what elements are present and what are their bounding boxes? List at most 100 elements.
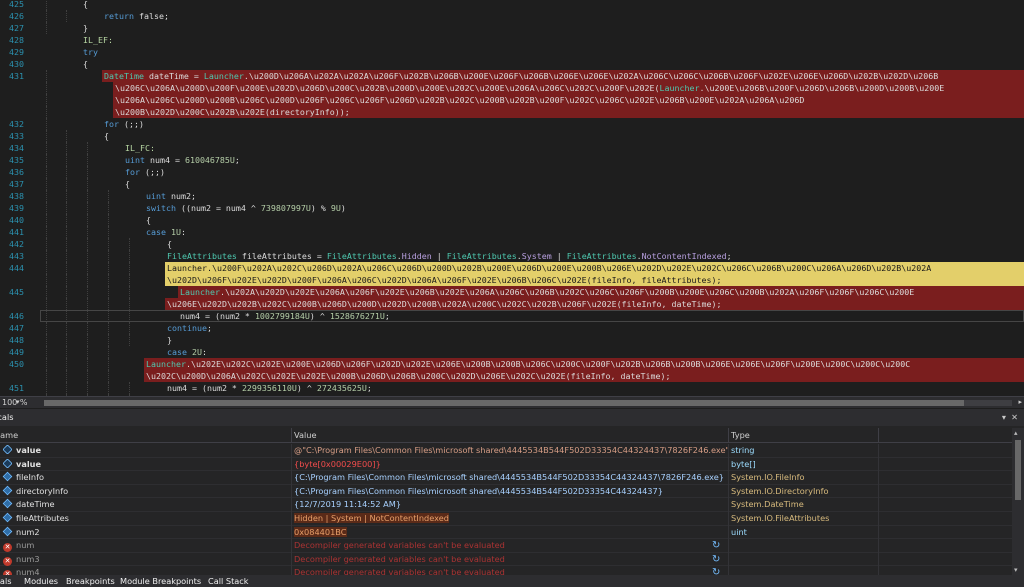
indent-guide bbox=[46, 358, 47, 370]
local-value-cell[interactable]: {12/7/2019 11:14:52 AM} bbox=[292, 498, 729, 512]
code-text: \u202C\u200D\u206A\u202C\u202E\u202E\u20… bbox=[146, 370, 671, 382]
code-text: for (;;) bbox=[104, 118, 144, 130]
local-name-cell[interactable]: fileAttributes bbox=[0, 512, 292, 526]
local-value-cell[interactable]: Decompiler generated variables can't be … bbox=[292, 552, 729, 567]
local-value-cell[interactable]: Decompiler generated variables can't be … bbox=[292, 539, 729, 553]
local-value-cell[interactable]: 0x084401BC bbox=[292, 525, 729, 540]
close-icon[interactable]: ✕ bbox=[1011, 409, 1018, 426]
scroll-down-icon[interactable]: ▾ bbox=[1014, 566, 1018, 574]
local-type-cell[interactable]: string bbox=[729, 444, 879, 458]
locals-row-fileInfo[interactable]: fileInfo {C:\Program Files\Common Files\m… bbox=[0, 471, 1012, 485]
code-line-439[interactable]: 439 switch ((num2 = num4 ^ 739807997U) % … bbox=[0, 202, 1024, 214]
type-column-header[interactable]: Type bbox=[729, 428, 879, 443]
local-name-cell[interactable]: value bbox=[0, 444, 292, 458]
refresh-icon[interactable]: ↻ bbox=[712, 540, 720, 551]
code-text: uint num4 = 610046785U; bbox=[125, 154, 240, 166]
locals-row-num[interactable]: ✕ num Decompiler generated variables can't… bbox=[0, 539, 1012, 553]
horizontal-scroll-thumb[interactable] bbox=[44, 400, 964, 406]
local-name-cell[interactable]: ✕ num bbox=[0, 539, 292, 553]
tab-breakpoints[interactable]: Breakpoints bbox=[66, 575, 115, 587]
local-type-cell[interactable]: System.DateTime bbox=[729, 498, 879, 512]
code-line-432[interactable]: 432 for (;;) bbox=[0, 118, 1024, 130]
code-line-434[interactable]: 434 IL_FC: bbox=[0, 142, 1024, 154]
code-line-continuation[interactable]: \u206E\u202D\u202B\u202C\u200B\u206D\u20… bbox=[0, 298, 1024, 310]
local-type-cell[interactable] bbox=[729, 539, 879, 553]
locals-row-fileAttributes[interactable]: fileAttributes Hidden | System | NotConte… bbox=[0, 512, 1012, 526]
code-line-441[interactable]: 441 case 1U: bbox=[0, 226, 1024, 238]
code-line-451[interactable]: 451 num4 = (num2 * 2299356110U) ^ 2724356… bbox=[0, 382, 1024, 394]
horizontal-scrollbar[interactable] bbox=[44, 400, 1012, 406]
code-editor[interactable]: 425{426 return false; 427} 428 IL_EF: 429 try 4… bbox=[0, 0, 1024, 396]
code-line-continuation[interactable]: \u200B\u202D\u200C\u202B\u202E(directory… bbox=[0, 106, 1024, 118]
code-line-continuation[interactable]: \u202D\u206F\u202E\u202D\u200F\u206A\u20… bbox=[0, 274, 1024, 286]
code-line-444[interactable]: 444 Launcher.\u200F\u202A\u202C\u206D\u20… bbox=[0, 262, 1024, 274]
code-line-428[interactable]: 428 IL_EF: bbox=[0, 34, 1024, 46]
tab-call-stack[interactable]: Call Stack bbox=[208, 575, 249, 587]
code-line-446[interactable]: 446 num4 = (num2 * 1002799184U) ^ 1528676… bbox=[0, 310, 1024, 322]
local-value-cell[interactable]: Hidden | System | NotContentIndexed bbox=[292, 512, 729, 526]
local-type-cell[interactable]: uint bbox=[729, 525, 879, 540]
code-line-435[interactable]: 435 uint num4 = 610046785U; bbox=[0, 154, 1024, 166]
code-token: switch bbox=[146, 203, 176, 213]
tab-locals[interactable]: Locals bbox=[0, 575, 12, 587]
local-name-cell[interactable]: directoryInfo bbox=[0, 484, 292, 499]
local-name-cell[interactable]: ✕ num3 bbox=[0, 552, 292, 567]
local-name-cell[interactable]: num2 bbox=[0, 525, 292, 540]
local-value-cell[interactable]: @"C:\Program Files\Common Files\microsof… bbox=[292, 444, 729, 458]
indent-guide bbox=[87, 154, 88, 166]
indent-guide bbox=[129, 298, 130, 310]
code-line-426[interactable]: 426 return false; bbox=[0, 10, 1024, 22]
return-value-icon bbox=[2, 458, 13, 469]
scroll-up-icon[interactable]: ▴ bbox=[1014, 429, 1018, 437]
local-value-cell[interactable]: {C:\Program Files\Common Files\microsoft… bbox=[292, 471, 729, 485]
code-line-445[interactable]: 445 Launcher.\u202A\u202D\u202E\u206A\u20… bbox=[0, 286, 1024, 298]
code-token: Hidden bbox=[401, 251, 432, 261]
locals-row-directoryInfo[interactable]: directoryInfo {C:\Program Files\Common Fi… bbox=[0, 484, 1012, 499]
code-line-continuation[interactable]: \u206A\u206C\u200D\u200B\u206C\u200D\u20… bbox=[0, 94, 1024, 106]
pin-icon[interactable]: ▾ bbox=[1002, 409, 1006, 426]
locals-row-num2[interactable]: num2 0x084401BC uint bbox=[0, 525, 1012, 540]
vertical-scroll-thumb[interactable] bbox=[1015, 440, 1021, 500]
scroll-right-icon[interactable]: ▸ bbox=[1018, 398, 1022, 406]
code-line-437[interactable]: 437 { bbox=[0, 178, 1024, 190]
local-type-cell[interactable]: System.IO.FileInfo bbox=[729, 471, 879, 485]
local-name-cell[interactable]: value bbox=[0, 457, 292, 472]
local-name-cell[interactable]: dateTime bbox=[0, 498, 292, 512]
locals-row-value[interactable]: value @"C:\Program Files\Common Files\mic… bbox=[0, 444, 1012, 458]
value-column-header[interactable]: Value bbox=[292, 428, 729, 443]
name-column-header[interactable]: Name bbox=[0, 428, 292, 443]
refresh-icon[interactable]: ↻ bbox=[712, 554, 720, 565]
code-line-438[interactable]: 438 uint num2; bbox=[0, 190, 1024, 202]
code-line-447[interactable]: 447 continue; bbox=[0, 322, 1024, 334]
local-type-cell[interactable]: System.IO.DirectoryInfo bbox=[729, 484, 879, 499]
tab-module-breakpoints[interactable]: Module Breakpoints bbox=[120, 575, 201, 587]
code-line-440[interactable]: 440 { bbox=[0, 214, 1024, 226]
code-line-448[interactable]: 448} bbox=[0, 334, 1024, 346]
code-line-430[interactable]: 430 { bbox=[0, 58, 1024, 70]
code-line-continuation[interactable]: \u206C\u206A\u200D\u200F\u200E\u202D\u20… bbox=[0, 82, 1024, 94]
code-line-450[interactable]: 450 Launcher.\u202E\u202C\u202E\u200E\u20… bbox=[0, 358, 1024, 370]
locals-row-num3[interactable]: ✕ num3 Decompiler generated variables can'… bbox=[0, 552, 1012, 567]
code-line-442[interactable]: 442 { bbox=[0, 238, 1024, 250]
code-line-427[interactable]: 427} bbox=[0, 22, 1024, 34]
code-line-429[interactable]: 429 try bbox=[0, 46, 1024, 58]
locals-row-value[interactable]: value {byte[0x00029E00]} byte[] bbox=[0, 457, 1012, 472]
code-line-425[interactable]: 425 { bbox=[0, 0, 1024, 10]
local-type-cell[interactable]: byte[] bbox=[729, 457, 879, 472]
vertical-scrollbar[interactable]: ▴ ▾ bbox=[1012, 428, 1024, 575]
code-line-443[interactable]: 443 FileAttributes fileAttributes = FileA… bbox=[0, 250, 1024, 262]
code-line-449[interactable]: 449 case 2U: bbox=[0, 346, 1024, 358]
code-line-continuation[interactable]: \u202C\u200D\u206A\u202C\u202E\u202E\u20… bbox=[0, 370, 1024, 382]
local-name-cell[interactable]: fileInfo bbox=[0, 471, 292, 485]
local-type-cell[interactable]: System.IO.FileAttributes bbox=[729, 512, 879, 526]
local-type-cell[interactable] bbox=[729, 552, 879, 567]
zoom-dropdown-icon[interactable]: ▾ bbox=[16, 398, 20, 406]
code-line-436[interactable]: 436 for (;;) bbox=[0, 166, 1024, 178]
local-value-cell[interactable]: {C:\Program Files\Common Files\microsoft… bbox=[292, 484, 729, 499]
zoom-level[interactable]: 100 % bbox=[2, 398, 27, 407]
locals-row-dateTime[interactable]: dateTime {12/7/2019 11:14:52 AM} System.Da… bbox=[0, 498, 1012, 512]
code-line-431[interactable]: 431 DateTime dateTime = Launcher.\u200D\u… bbox=[0, 70, 1024, 82]
tab-modules[interactable]: Modules bbox=[24, 575, 58, 587]
local-value-cell[interactable]: {byte[0x00029E00]} bbox=[292, 457, 729, 472]
code-line-433[interactable]: 433 { bbox=[0, 130, 1024, 142]
